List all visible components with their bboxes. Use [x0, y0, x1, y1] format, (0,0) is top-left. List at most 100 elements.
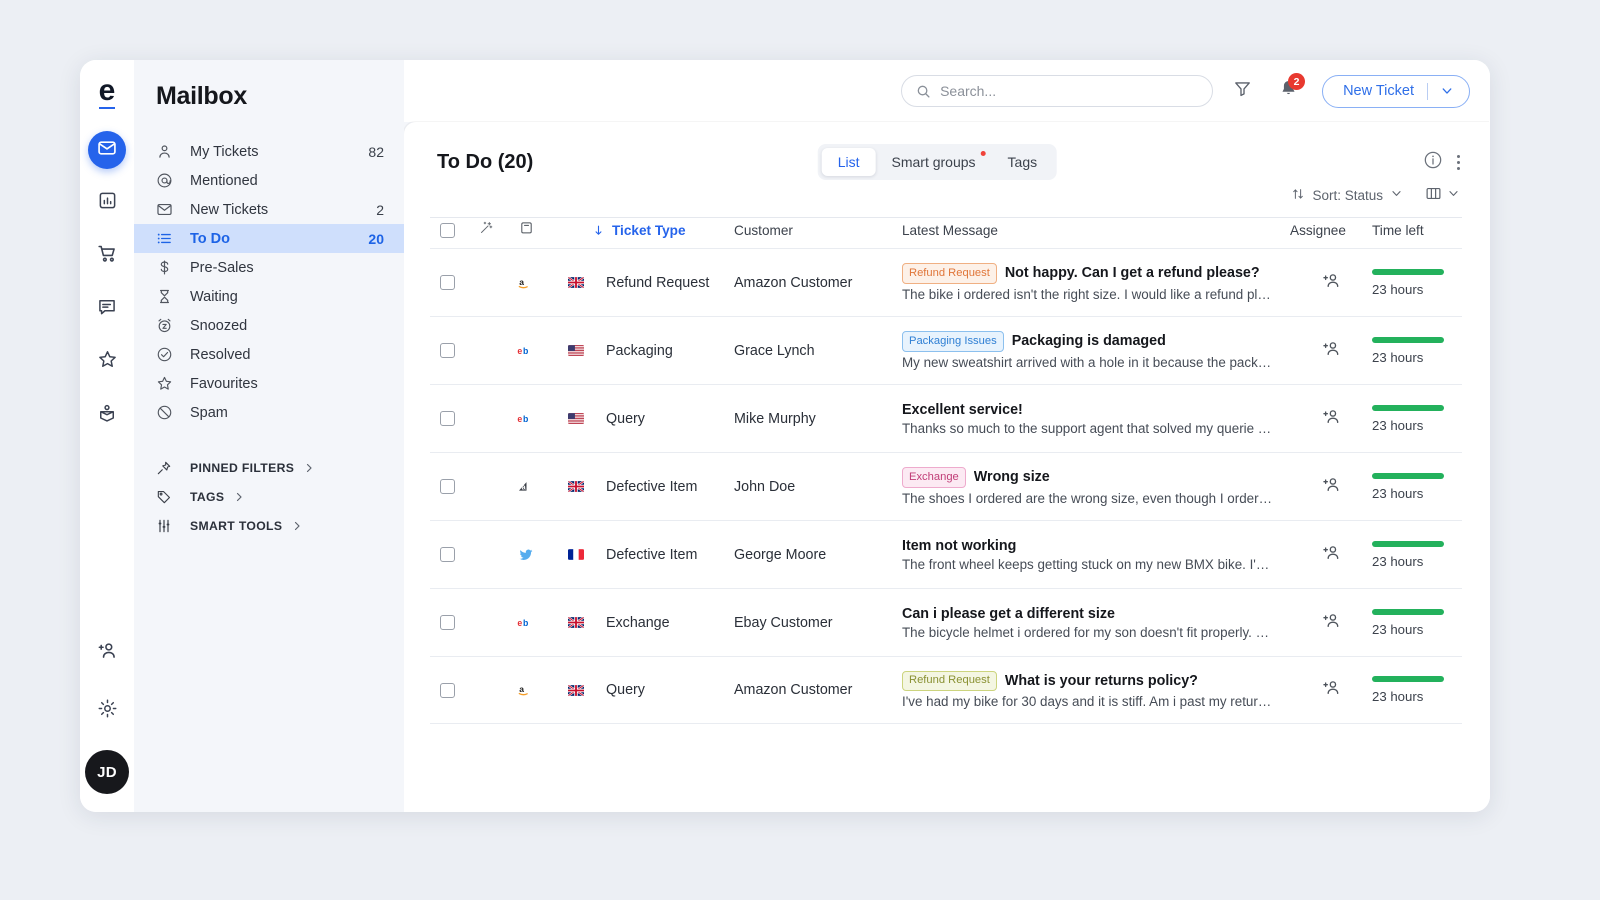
- row-assignee-button[interactable]: [1290, 475, 1372, 499]
- new-ticket-button[interactable]: New Ticket: [1322, 74, 1470, 108]
- sidebar-item-resolved[interactable]: Resolved: [134, 340, 404, 369]
- rail-item-inbox[interactable]: [88, 396, 126, 434]
- table-header-row: Ticket Type Customer Latest Message Assi…: [430, 217, 1462, 248]
- sort-button[interactable]: Sort: Status: [1291, 187, 1403, 204]
- column-header-assignee[interactable]: Assignee: [1290, 223, 1372, 238]
- star-icon: [97, 349, 118, 375]
- rail-item-settings[interactable]: [88, 692, 126, 730]
- column-header-ticket-type[interactable]: Ticket Type: [595, 223, 734, 238]
- row-select-cell[interactable]: [430, 275, 466, 290]
- sidebar-item-favourites[interactable]: Favourites: [134, 369, 404, 398]
- table-row[interactable]: e b Exchange Ebay Customer Can i please get …: [430, 588, 1462, 656]
- row-select-cell[interactable]: [430, 547, 466, 562]
- time-left-label: 23 hours: [1372, 281, 1424, 297]
- table-row[interactable]: a Refund Request Amazon Customer Refund Req…: [430, 248, 1462, 316]
- row-checkbox[interactable]: [440, 547, 455, 562]
- row-ticket-type: Query: [606, 410, 645, 427]
- ticket-tag-chip[interactable]: Refund Request: [902, 263, 997, 284]
- row-select-cell[interactable]: [430, 479, 466, 494]
- row-checkbox[interactable]: [440, 682, 455, 698]
- table-row[interactable]: Defective Item George Moore Item not worki…: [430, 520, 1462, 588]
- table-row[interactable]: a Query Amazon Customer Refund Request What …: [430, 656, 1462, 724]
- rail-item-cart[interactable]: [88, 237, 126, 275]
- ticket-tag-chip[interactable]: Exchange: [902, 467, 966, 488]
- sidebar-item-my-tickets[interactable]: My Tickets 82: [134, 137, 404, 166]
- row-select-cell[interactable]: [430, 343, 466, 358]
- filter-icon: [1233, 79, 1252, 103]
- sidebar-item-pre-sales[interactable]: Pre-Sales: [134, 253, 404, 282]
- sidebar-item-mentioned[interactable]: Mentioned: [134, 166, 404, 195]
- add-assignee-icon: [1322, 475, 1341, 499]
- row-assignee-button[interactable]: [1290, 407, 1372, 431]
- tab-smart-groups[interactable]: Smart groups: [876, 148, 992, 176]
- row-checkbox[interactable]: [440, 275, 455, 290]
- search-box[interactable]: [901, 75, 1214, 107]
- column-header-time-left[interactable]: Time left: [1372, 223, 1462, 238]
- ticket-tag-chip[interactable]: Packaging Issues: [902, 331, 1004, 352]
- row-message-header: Can i please get a different size: [902, 606, 1276, 622]
- row-checkbox[interactable]: [440, 479, 455, 494]
- column-header-latest-message[interactable]: Latest Message: [902, 223, 1290, 238]
- tab-tags[interactable]: Tags: [992, 148, 1054, 176]
- rail-item-chat[interactable]: [88, 290, 126, 328]
- row-checkbox[interactable]: [440, 343, 455, 358]
- svg-text:b: b: [523, 413, 528, 423]
- info-button[interactable]: [1423, 150, 1443, 175]
- sidebar-item-new-tickets[interactable]: New Tickets 2: [134, 195, 404, 224]
- row-assignee-button[interactable]: [1290, 339, 1372, 363]
- row-customer: Amazon Customer: [734, 274, 853, 291]
- row-assignee-button[interactable]: [1290, 678, 1372, 702]
- channel-column-header[interactable]: [506, 220, 546, 240]
- row-assignee-button[interactable]: [1290, 543, 1372, 567]
- notification-badge: 2: [1288, 73, 1306, 90]
- add-assignee-icon: [1322, 339, 1341, 363]
- tab-list[interactable]: List: [821, 148, 876, 176]
- sidebar-item-to-do[interactable]: To Do 20: [134, 224, 404, 253]
- add-assignee-icon: [1322, 543, 1341, 567]
- time-left-label: 23 hours: [1372, 349, 1424, 365]
- row-channel-icon: eb: [506, 616, 546, 630]
- row-select-cell[interactable]: [430, 615, 466, 630]
- select-all-cell[interactable]: [430, 222, 466, 238]
- table-row[interactable]: e b Packaging Grace Lynch Packaging Issues Pa…: [430, 316, 1462, 384]
- more-options-button[interactable]: [1456, 155, 1460, 170]
- notifications-button[interactable]: 2: [1271, 73, 1306, 108]
- row-checkbox[interactable]: [440, 615, 455, 630]
- sidebar-item-waiting[interactable]: Waiting: [134, 282, 404, 311]
- sidebar-section-pinned-filters[interactable]: PINNED FILTERS: [134, 453, 404, 482]
- magic-column-header[interactable]: [466, 220, 506, 240]
- avatar[interactable]: JD: [85, 750, 129, 794]
- filter-button[interactable]: [1225, 74, 1259, 108]
- columns-button[interactable]: [1425, 185, 1460, 205]
- row-select-cell[interactable]: [430, 411, 466, 426]
- rail-item-analytics[interactable]: [88, 184, 126, 222]
- sidebar-item-label: My Tickets: [190, 143, 259, 160]
- table-row[interactable]: e b Query Mike Murphy Excellent service! Than…: [430, 384, 1462, 452]
- table-row[interactable]: a Defective Item John Doe Exchange Wrong siz…: [430, 452, 1462, 520]
- row-checkbox[interactable]: [440, 411, 455, 426]
- column-header-customer[interactable]: Customer: [734, 223, 902, 238]
- sparkle-icon: [479, 220, 494, 240]
- sidebar-item-spam[interactable]: Spam: [134, 398, 404, 427]
- row-select-cell[interactable]: [430, 682, 466, 698]
- sidebar-item-label: Snoozed: [190, 317, 248, 334]
- row-time-left: 23 hours: [1372, 540, 1462, 569]
- chevron-down-icon[interactable]: [1428, 84, 1469, 98]
- sliders-icon: [156, 518, 176, 534]
- sidebar-section-tags[interactable]: TAGS: [134, 482, 404, 511]
- dollar-icon: [156, 259, 176, 276]
- shopping-bag-icon: [519, 220, 534, 240]
- row-assignee-button[interactable]: [1290, 611, 1372, 635]
- sidebar-item-snoozed[interactable]: Snoozed: [134, 311, 404, 340]
- rail-item-add-user[interactable]: [88, 634, 126, 672]
- row-message-subject: Excellent service!: [902, 401, 1023, 418]
- row-latest-message: Packaging Issues Packaging is damaged My n…: [902, 331, 1290, 370]
- search-input[interactable]: [940, 83, 1199, 99]
- row-assignee-button[interactable]: [1290, 271, 1372, 295]
- ticket-tag-chip[interactable]: Refund Request: [902, 670, 997, 692]
- rail-item-favourites[interactable]: [88, 343, 126, 381]
- envelope-icon: [156, 201, 176, 218]
- select-all-checkbox[interactable]: [440, 222, 455, 238]
- rail-item-mail[interactable]: [88, 131, 126, 169]
- sidebar-section-smart-tools[interactable]: SMART TOOLS: [134, 511, 404, 540]
